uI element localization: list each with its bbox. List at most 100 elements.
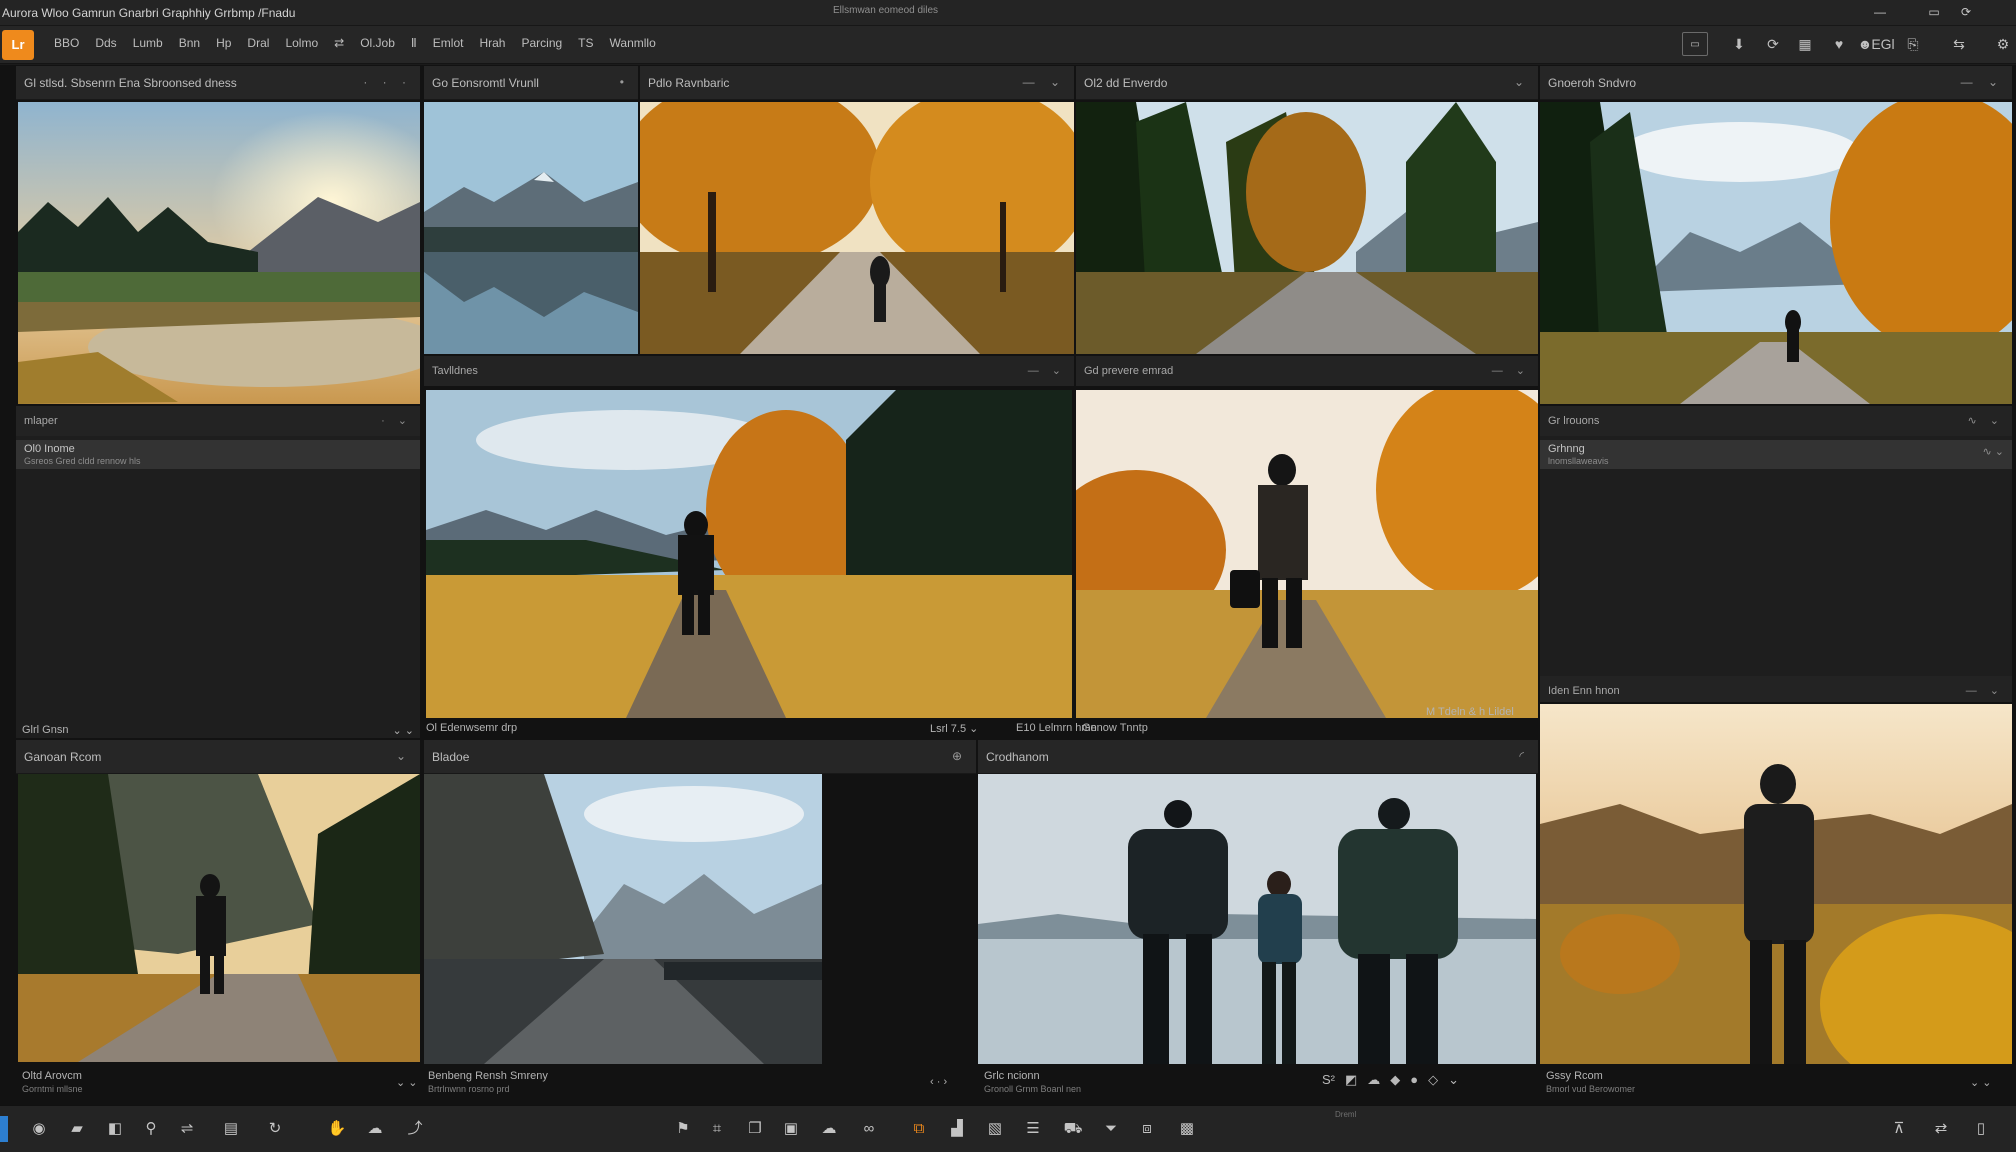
menu-item[interactable]: Ⅱ [403, 36, 425, 50]
caption-b1-controls[interactable]: ⌄ ⌄ [396, 1076, 418, 1089]
help-icon[interactable]: ⟳ [1958, 4, 1974, 20]
folder-icon[interactable]: ▰ [64, 1117, 90, 1141]
library-icon[interactable]: ◉ [26, 1117, 52, 1141]
panel-header-1[interactable]: Gl stlsd. Sbsenrn Ena Sbroonsed dness · … [16, 66, 420, 100]
panel-menu-icon[interactable]: — ⌄ [1961, 75, 2004, 89]
swap-icon[interactable]: ⇄ [1928, 1117, 1954, 1141]
menu-item[interactable]: Hrah [471, 36, 513, 50]
funnel-icon[interactable]: ⏷ [1098, 1117, 1124, 1141]
flag-icon[interactable]: ⚑ [670, 1117, 696, 1141]
user-label[interactable]: EGl [1870, 32, 1896, 56]
bag-icon[interactable]: ◧ [102, 1117, 128, 1141]
panel-header-b3[interactable]: Crodhanom ◜ [978, 740, 1538, 774]
caption-middle-right-controls[interactable]: M Tdeln & h Lildel [1426, 706, 1514, 718]
photo-hiker-field[interactable] [426, 390, 1072, 718]
panel-header-2[interactable]: Go Eonsromtl Vrunll • [424, 66, 638, 100]
caption-tool-icon[interactable]: ● [1410, 1072, 1418, 1088]
panel-menu-icon[interactable]: • [620, 75, 630, 89]
download-icon[interactable]: ⬇ [1726, 32, 1752, 56]
filter-icon[interactable]: ⊼ [1886, 1117, 1912, 1141]
stack-icon[interactable]: ⧈ [1134, 1117, 1160, 1141]
panel-menu-icon[interactable]: · · · [363, 75, 412, 89]
crop-icon[interactable]: ⌗ [704, 1117, 730, 1141]
right-middle-caption-controls[interactable]: — ⌄ [1966, 684, 2004, 697]
menu-item[interactable]: ⇄ [326, 36, 352, 50]
caption-tool-icon[interactable]: ◩ [1345, 1072, 1357, 1088]
panel-menu-icon[interactable]: ⊕ [952, 749, 968, 763]
sidebar-icon[interactable]: ▯ [1968, 1117, 1994, 1141]
caption-tool-icon[interactable]: ◇ [1428, 1072, 1438, 1088]
menu-item[interactable]: Wanmllo [602, 36, 664, 50]
image-icon[interactable]: ▧ [982, 1117, 1008, 1141]
caption-tool-icon[interactable]: ⌄ [1448, 1072, 1459, 1088]
right-list-header[interactable]: Gr lrouons ∿ ⌄ [1540, 406, 2012, 436]
menu-item[interactable]: Bnn [171, 36, 208, 50]
panel-menu-icon[interactable]: — ⌄ [1023, 75, 1066, 89]
gallery-icon[interactable]: ▩ [1174, 1117, 1200, 1141]
subheader-preview[interactable]: Gd prevere emrad — ⌄ [1076, 356, 1538, 386]
menu-item[interactable]: Lumb [125, 36, 171, 50]
caption-tool-icon[interactable]: ☁ [1367, 1072, 1380, 1088]
menu-item[interactable]: TS [570, 36, 601, 50]
left-list-menu-icon[interactable]: · ⌄ [381, 414, 412, 427]
curve-icon[interactable]: ⤴ [402, 1117, 428, 1141]
settings-icon[interactable]: ⚙ [1990, 32, 2016, 56]
caption-b2-controls[interactable]: ‹ · › [930, 1076, 947, 1088]
app-logo[interactable]: Lr [2, 30, 34, 60]
panel-header-b1[interactable]: Ganoan Rcom ⌄ [16, 740, 420, 774]
left-list-footer-controls[interactable]: ⌄ ⌄ [393, 724, 415, 737]
menu-item[interactable]: Hp [208, 36, 239, 50]
heart-icon[interactable]: ♥ [1826, 32, 1852, 56]
menu-item[interactable]: Ol.Job [352, 36, 403, 50]
panel-header-3[interactable]: Pdlo Ravnbaric — ⌄ [640, 66, 1074, 100]
photo-mountain-lake[interactable] [424, 102, 638, 354]
cloud-icon[interactable]: ☁ [362, 1117, 388, 1141]
photo-autumn-road[interactable] [640, 102, 1074, 354]
caption-middle-left-controls[interactable]: Lsrl 7.5 ⌄ [930, 722, 978, 735]
transform-icon[interactable]: ⧉ [906, 1117, 932, 1141]
sync-icon[interactable]: ↻ [262, 1117, 288, 1141]
location-icon[interactable]: ⚲ [138, 1117, 164, 1141]
photo-hiker-bag[interactable] [1076, 390, 1538, 718]
photo-valley-hiker[interactable] [1540, 704, 2012, 1064]
photo-family-lake[interactable] [978, 774, 1536, 1064]
photo-forest-road[interactable] [1076, 102, 1538, 354]
menu-item[interactable]: Emlot [425, 36, 472, 50]
menu-item[interactable]: Parcing [513, 36, 570, 50]
photo-autumn-path[interactable] [1540, 102, 2012, 404]
link-icon[interactable]: ∞ [856, 1117, 882, 1141]
active-tab-indicator[interactable] [0, 1116, 8, 1142]
subheader-menu-icon[interactable]: — ⌄ [1028, 364, 1066, 377]
export-icon[interactable]: ⎘ [1900, 32, 1926, 56]
photo-mountain-trail[interactable] [18, 774, 420, 1062]
left-list-header[interactable]: mlaper · ⌄ [16, 406, 420, 436]
cloud-icon[interactable]: ☁ [816, 1117, 842, 1141]
right-list-menu-icon[interactable]: ∿ ⌄ [1968, 414, 2005, 427]
sync-icon[interactable]: ⟳ [1760, 32, 1786, 56]
panel-menu-icon[interactable]: ⌄ [396, 749, 412, 763]
menu-item[interactable]: Lolmo [277, 36, 326, 50]
share-icon[interactable]: ⇌ [174, 1117, 200, 1141]
panel-header-4[interactable]: Ol2 dd Enverdo ⌄ [1076, 66, 1538, 100]
panel-header-5[interactable]: Gnoeroh Sndvro — ⌄ [1540, 66, 2012, 100]
display-icon[interactable]: ▭ [1682, 32, 1708, 56]
subheader-tavlldnes[interactable]: Tavlldnes — ⌄ [424, 356, 1074, 386]
maximize-icon[interactable]: ▭ [1926, 4, 1942, 20]
card-icon[interactable]: ▤ [218, 1117, 244, 1141]
subheader-menu-icon[interactable]: — ⌄ [1492, 364, 1530, 377]
share-icon[interactable]: ⇆ [1946, 32, 1972, 56]
list-item[interactable]: Grhnng lnomsllaweavis ∿ ⌄ [1540, 440, 2012, 469]
panel-menu-icon[interactable]: ◜ [1519, 749, 1530, 763]
panel-menu-icon[interactable]: ⌄ [1514, 75, 1530, 89]
car-icon[interactable]: ⛟ [1060, 1117, 1086, 1141]
photo-lake-sunset[interactable] [18, 102, 420, 404]
caption-tool-icon[interactable]: S² [1322, 1072, 1335, 1088]
menu-item[interactable]: BBO [46, 36, 87, 50]
grid-icon[interactable]: ▦ [1792, 32, 1818, 56]
clipboard-icon[interactable]: ▣ [778, 1117, 804, 1141]
menu-item[interactable]: Dds [87, 36, 124, 50]
chart-icon[interactable]: ▟ [944, 1117, 970, 1141]
caption-b4-controls[interactable]: ⌄ ⌄ [1970, 1076, 1992, 1089]
list-item-controls[interactable]: ∿ ⌄ [1983, 445, 2005, 458]
photo-cliff-road[interactable] [424, 774, 822, 1064]
